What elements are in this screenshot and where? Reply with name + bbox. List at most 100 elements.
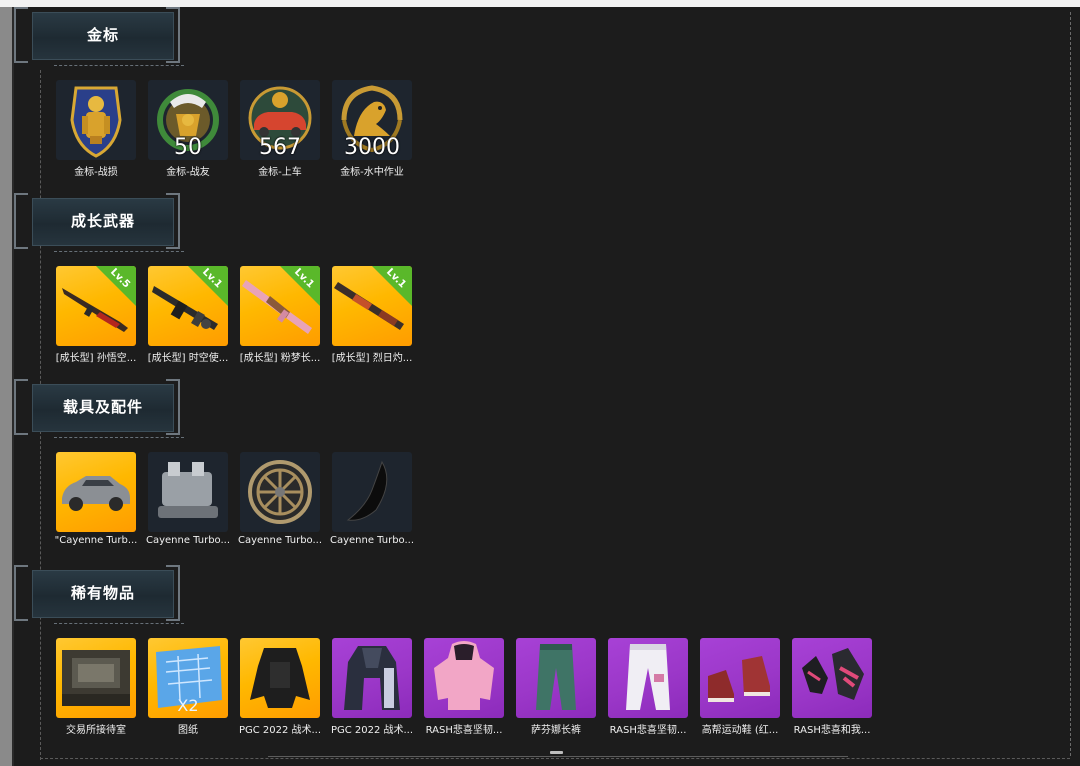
item-card[interactable]: 交易所接待室 xyxy=(56,638,136,738)
item-label: 交易所接待室 xyxy=(66,725,126,736)
item-card[interactable]: Lv.1 [成长型] 时空使... xyxy=(148,266,228,366)
item-label: RASH悲喜坚韧... xyxy=(609,725,687,736)
item-label: 金标-水中作业 xyxy=(340,167,404,178)
item-tile[interactable] xyxy=(56,452,136,532)
item-tile[interactable]: X2 xyxy=(148,638,228,718)
frame-right-border xyxy=(1070,12,1071,756)
header-underline xyxy=(54,65,184,66)
item-label: RASH悲喜和我... xyxy=(793,725,871,736)
item-card[interactable]: Cayenne Turbo... xyxy=(238,452,322,552)
level-badge: Lv.1 xyxy=(280,266,320,306)
item-tile[interactable] xyxy=(240,452,320,532)
item-tile[interactable]: Lv.5 xyxy=(56,266,136,346)
item-tile[interactable] xyxy=(424,638,504,718)
item-card[interactable]: RASH悲喜坚韧... xyxy=(424,638,504,738)
item-label: [成长型] 时空使... xyxy=(147,353,229,364)
item-tile[interactable] xyxy=(332,452,412,532)
room-interior-icon xyxy=(62,650,130,706)
car-fender-icon xyxy=(346,460,388,521)
item-count: 3000 xyxy=(344,135,400,160)
item-card[interactable]: 3000 金标-水中作业 xyxy=(332,80,412,180)
item-count: 567 xyxy=(259,135,301,160)
item-card[interactable]: PGC 2022 战术... xyxy=(239,638,321,738)
suv-car-icon xyxy=(62,476,130,511)
item-label: [成长型] 孙悟空... xyxy=(55,353,137,364)
item-card[interactable]: 萨芬娜长裤 xyxy=(516,638,596,738)
item-tile[interactable]: Lv.1 xyxy=(240,266,320,346)
item-tile[interactable]: Lv.1 xyxy=(148,266,228,346)
item-label: [成长型] 粉梦长... xyxy=(239,353,321,364)
item-card[interactable]: RASH悲喜和我... xyxy=(792,638,872,738)
item-label: 高帮运动鞋 (红... xyxy=(701,725,779,736)
item-tile[interactable] xyxy=(332,638,412,718)
item-card[interactable]: Lv.1 [成长型] 粉梦长... xyxy=(240,266,320,366)
item-tile[interactable]: 50 xyxy=(148,80,228,160)
bottom-divider xyxy=(268,756,848,757)
scroll-indicator[interactable] xyxy=(550,751,563,754)
tactical-vest-icon xyxy=(250,648,310,708)
level-badge: Lv.1 xyxy=(372,266,412,306)
green-pants-icon xyxy=(536,644,576,710)
tactical-coat-icon xyxy=(344,646,400,710)
section-header-rare-items: 稀有物品 xyxy=(14,565,184,624)
wheel-rim-icon xyxy=(248,460,312,524)
header-bracket-left xyxy=(14,565,28,621)
item-label: 萨芬娜长裤 xyxy=(531,725,581,736)
item-tile[interactable]: 3000 xyxy=(332,80,412,160)
frame-bottom-border xyxy=(40,758,1070,759)
item-label: [成长型] 烈日灼... xyxy=(331,353,413,364)
item-tile[interactable] xyxy=(700,638,780,718)
item-label: 金标-上车 xyxy=(258,167,302,178)
item-card[interactable]: Cayenne Turbo... xyxy=(146,452,230,552)
item-label: Cayenne Turbo... xyxy=(145,535,231,546)
item-count: 50 xyxy=(174,135,202,160)
section-header-growth-weapons: 成长武器 xyxy=(14,193,184,252)
gold-soldier-badge-icon xyxy=(70,86,122,158)
level-badge: Lv.5 xyxy=(96,266,136,306)
section-header-vehicles: 载具及配件 xyxy=(14,379,184,438)
item-card[interactable]: PGC 2022 战术... xyxy=(331,638,413,738)
item-card[interactable]: Lv.5 [成长型] 孙悟空... xyxy=(56,266,136,366)
header-bracket-left xyxy=(14,193,28,249)
item-tile[interactable] xyxy=(516,638,596,718)
item-label: 图纸 xyxy=(178,725,198,736)
header-bracket-left xyxy=(14,379,28,435)
item-tile[interactable] xyxy=(240,638,320,718)
section-title: 稀有物品 xyxy=(70,584,135,602)
item-card[interactable]: 567 金标-上车 xyxy=(240,80,320,180)
item-label: PGC 2022 战术... xyxy=(330,725,414,736)
item-card[interactable]: RASH悲喜坚韧... xyxy=(608,638,688,738)
item-label: 金标-战友 xyxy=(166,167,210,178)
item-tile[interactable]: 567 xyxy=(240,80,320,160)
left-scroll-gutter xyxy=(0,7,12,766)
item-tile[interactable] xyxy=(792,638,872,718)
section-title: 成长武器 xyxy=(70,212,135,230)
item-card[interactable]: Cayenne Turbo... xyxy=(330,452,414,552)
item-card[interactable]: 50 金标-战友 xyxy=(148,80,228,180)
item-card[interactable]: 高帮运动鞋 (红... xyxy=(700,638,780,738)
item-count: X2 xyxy=(177,696,199,715)
section-title: 载具及配件 xyxy=(62,398,143,416)
item-tile[interactable]: Lv.1 xyxy=(332,266,412,346)
header-underline xyxy=(54,251,184,252)
section-header-gold-badges: 金标 xyxy=(14,7,184,66)
item-tile[interactable] xyxy=(148,452,228,532)
item-tile[interactable] xyxy=(56,638,136,718)
item-label: Cayenne Turbo... xyxy=(329,535,415,546)
item-label: RASH悲喜坚韧... xyxy=(425,725,503,736)
header-underline xyxy=(54,623,184,624)
item-label: 金标-战损 xyxy=(74,167,118,178)
item-card[interactable]: X2 图纸 xyxy=(148,638,228,738)
gloves-icon xyxy=(802,648,864,700)
window-top-bar xyxy=(0,0,1080,7)
item-tile[interactable] xyxy=(608,638,688,718)
item-label: Cayenne Turbo... xyxy=(237,535,323,546)
item-card[interactable]: "Cayenne Turb... xyxy=(55,452,137,552)
item-tile[interactable] xyxy=(56,80,136,160)
item-card[interactable]: Lv.1 [成长型] 烈日灼... xyxy=(332,266,412,366)
section-title: 金标 xyxy=(86,26,119,44)
item-card[interactable]: 金标-战损 xyxy=(56,80,136,180)
engine-part-icon xyxy=(158,462,218,518)
pink-hoodie-icon xyxy=(434,641,494,710)
level-badge: Lv.1 xyxy=(188,266,228,306)
